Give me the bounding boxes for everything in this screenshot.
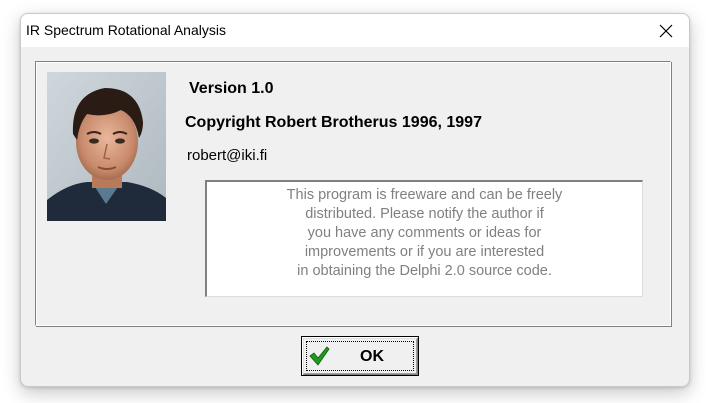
ok-button[interactable]: OK [301,336,419,376]
description-line: you have any comments or ideas for [307,225,542,241]
close-icon [659,24,673,37]
checkmark-icon [309,346,330,366]
description-line: This program is freeware and can be free… [286,187,563,203]
version-label: Version 1.0 [189,80,274,97]
about-panel: Version 1.0 Copyright Robert Brotherus 1… [35,61,671,326]
close-button[interactable] [643,14,689,47]
author-photo [47,72,166,221]
title-bar[interactable]: IR Spectrum Rotational Analysis [21,14,689,47]
window-title: IR Spectrum Rotational Analysis [26,22,226,38]
about-dialog: IR Spectrum Rotational Analysis Version … [20,13,690,387]
description-line: in obtaining the Delphi 2.0 source code. [297,263,552,279]
email-label: robert@iki.fi [187,147,268,164]
description-line: improvements or if you are interested [304,244,545,260]
ok-label: OK [360,348,384,365]
copyright-label: Copyright Robert Brotherus 1996, 1997 [185,114,482,131]
description-memo[interactable]: This program is freeware and can be free… [205,180,643,297]
description-line: distributed. Please notify the author if [305,206,544,222]
